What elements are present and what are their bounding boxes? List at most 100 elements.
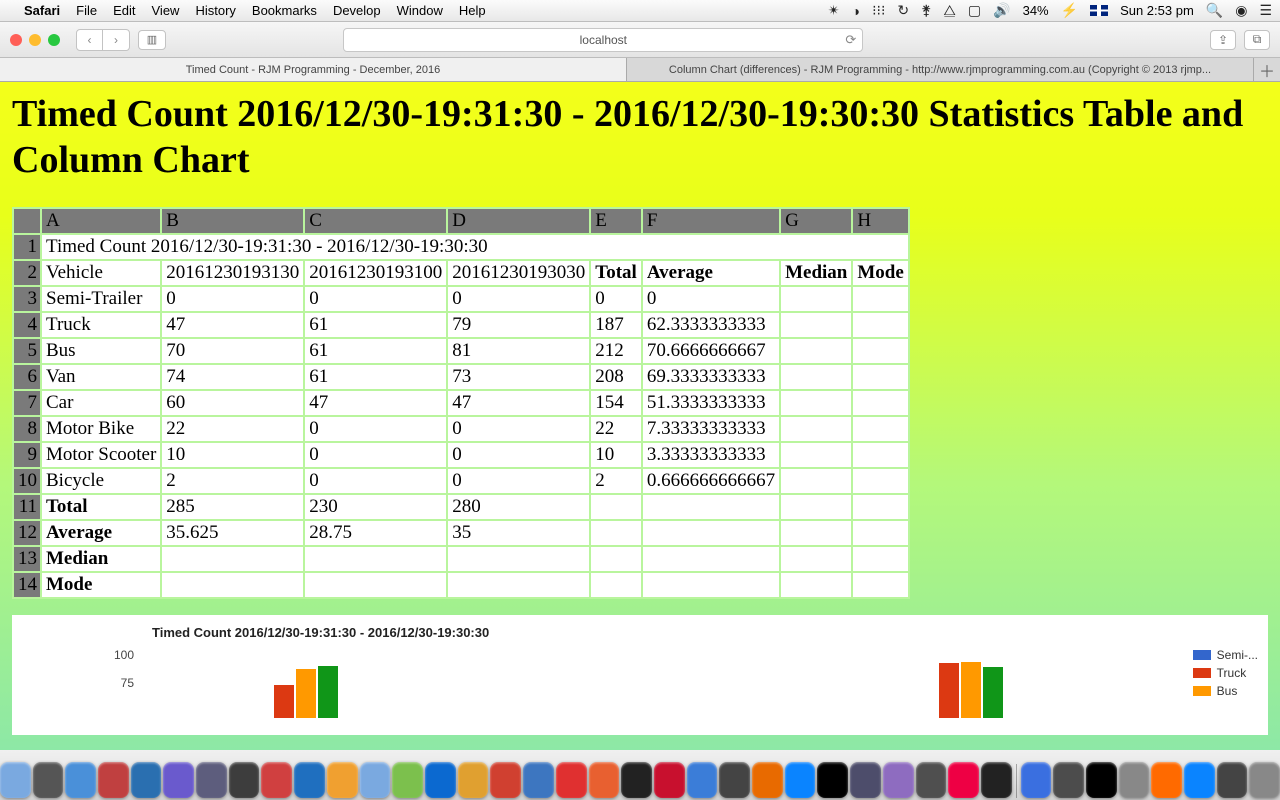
mac-dock: // dock apps rendered below via JS <box>0 750 1280 800</box>
dock-app[interactable] <box>98 762 129 798</box>
timemachine-icon[interactable]: ↻ <box>897 2 909 19</box>
flag-icon[interactable] <box>1090 5 1108 16</box>
dock-app[interactable] <box>1151 762 1182 798</box>
menu-help[interactable]: Help <box>459 3 486 18</box>
close-button[interactable] <box>10 34 22 46</box>
tab-timed-count[interactable]: Timed Count - RJM Programming - December… <box>0 58 627 81</box>
menu-view[interactable]: View <box>152 3 180 18</box>
cell: Mode <box>852 260 908 286</box>
menubar-clock[interactable]: Sun 2:53 pm <box>1120 3 1194 18</box>
dock-app[interactable] <box>817 762 848 798</box>
dock-app[interactable] <box>1021 762 1052 798</box>
legend-swatch <box>1193 668 1211 678</box>
dock-app[interactable] <box>196 762 227 798</box>
dock-app[interactable] <box>131 762 162 798</box>
dock-app[interactable] <box>425 762 456 798</box>
menu-file[interactable]: File <box>76 3 97 18</box>
dock-app[interactable] <box>916 762 947 798</box>
dock-app[interactable] <box>261 762 292 798</box>
siri-icon[interactable]: ◉ <box>1235 2 1247 19</box>
dock-app[interactable] <box>294 762 325 798</box>
dock-app[interactable] <box>0 762 31 798</box>
bluetooth-icon[interactable]: ⚵ <box>921 2 931 19</box>
dock-app[interactable] <box>1119 762 1150 798</box>
fullscreen-button[interactable] <box>48 34 60 46</box>
cell: 22 <box>590 416 642 442</box>
dock-app[interactable] <box>556 762 587 798</box>
mac-menubar: Safari File Edit View History Bookmarks … <box>0 0 1280 22</box>
share-button[interactable]: ⇪ <box>1210 30 1236 50</box>
dock-app[interactable] <box>981 762 1012 798</box>
menu-bookmarks[interactable]: Bookmarks <box>252 3 317 18</box>
dock-app[interactable] <box>752 762 783 798</box>
dock-app[interactable] <box>719 762 750 798</box>
dock-app[interactable] <box>523 762 554 798</box>
dock-app[interactable] <box>327 762 358 798</box>
tab-column-chart[interactable]: Column Chart (differences) - RJM Program… <box>627 58 1254 81</box>
cell <box>780 312 852 338</box>
address-bar[interactable]: localhost ⟳ <box>343 28 863 52</box>
back-button[interactable]: ‹ <box>77 30 103 50</box>
menu-develop[interactable]: Develop <box>333 3 381 18</box>
dock-app[interactable] <box>458 762 489 798</box>
col-head: G <box>780 208 852 234</box>
chart-legend: Semi-...TruckBus <box>1193 648 1258 702</box>
status-icon[interactable]: ⁝⁝⁝ <box>872 2 885 19</box>
dock-app[interactable] <box>229 762 260 798</box>
battery-percent[interactable]: 34% <box>1023 3 1049 18</box>
dock-app[interactable] <box>948 762 979 798</box>
cell: 0 <box>304 416 447 442</box>
menu-history[interactable]: History <box>195 3 235 18</box>
chart-y-axis: 100 75 <box>22 648 142 718</box>
dock-app[interactable] <box>1249 762 1280 798</box>
dock-app[interactable] <box>1217 762 1248 798</box>
dock-app[interactable] <box>1053 762 1084 798</box>
dock-app[interactable] <box>1086 762 1117 798</box>
dock-app[interactable] <box>490 762 521 798</box>
volume-icon[interactable]: 🔊 <box>993 2 1010 19</box>
dock-app[interactable] <box>65 762 96 798</box>
cell: Semi-Trailer <box>41 286 161 312</box>
notification-icon[interactable]: ☰ <box>1259 2 1272 19</box>
dock-app[interactable] <box>163 762 194 798</box>
reload-icon[interactable]: ⟳ <box>845 32 856 48</box>
cell: 3.33333333333 <box>642 442 780 468</box>
status-icon[interactable]: ◑ <box>852 3 860 19</box>
menubar-app-name[interactable]: Safari <box>24 3 60 18</box>
dock-app[interactable] <box>1184 762 1215 798</box>
forward-button[interactable]: › <box>103 30 129 50</box>
spotlight-icon[interactable]: 🔍 <box>1206 2 1223 19</box>
minimize-button[interactable] <box>29 34 41 46</box>
dock-app[interactable] <box>883 762 914 798</box>
dock-app[interactable] <box>589 762 620 798</box>
cell: 0 <box>447 442 590 468</box>
cell: 0 <box>642 286 780 312</box>
dock-app[interactable] <box>360 762 391 798</box>
battery-icon[interactable]: ⚡ <box>1061 2 1078 19</box>
dock-app[interactable] <box>33 762 64 798</box>
cell <box>780 286 852 312</box>
cell <box>590 572 642 598</box>
cell: 2 <box>590 468 642 494</box>
cell: 0 <box>447 286 590 312</box>
status-icon[interactable]: ✴ <box>828 2 840 19</box>
sidebar-toggle-button[interactable]: ▥ <box>138 30 166 50</box>
cell: Bicycle <box>41 468 161 494</box>
cell: 73 <box>447 364 590 390</box>
dock-app[interactable] <box>785 762 816 798</box>
wifi-icon[interactable]: ⧋ <box>943 2 956 19</box>
menu-window[interactable]: Window <box>397 3 443 18</box>
display-icon[interactable]: ▢ <box>968 2 981 19</box>
dock-app[interactable] <box>392 762 423 798</box>
dock-app[interactable] <box>654 762 685 798</box>
cell: Median <box>41 546 161 572</box>
cell <box>852 468 908 494</box>
ytick: 100 <box>22 648 134 676</box>
dock-app[interactable] <box>850 762 881 798</box>
dock-app[interactable] <box>621 762 652 798</box>
cell: 2 <box>161 468 304 494</box>
dock-app[interactable] <box>687 762 718 798</box>
menu-edit[interactable]: Edit <box>113 3 135 18</box>
tabs-button[interactable]: ⧉ <box>1244 30 1270 50</box>
new-tab-button[interactable]: ＋ <box>1254 58 1280 81</box>
